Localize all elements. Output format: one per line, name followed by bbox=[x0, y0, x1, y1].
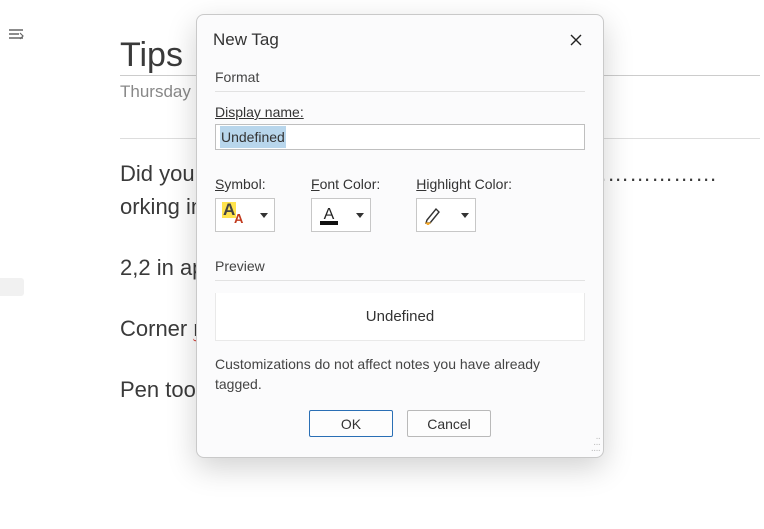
cancel-button[interactable]: Cancel bbox=[407, 410, 491, 437]
highlight-color-label: Highlight Color: bbox=[416, 176, 512, 192]
symbol-picker[interactable]: AA bbox=[215, 198, 275, 232]
font-color-label: Font Color: bbox=[311, 176, 380, 192]
font-color-icon: A bbox=[318, 204, 340, 226]
view-options-icon[interactable] bbox=[8, 28, 24, 47]
preview-section-label: Preview bbox=[215, 250, 585, 281]
ok-button[interactable]: OK bbox=[309, 410, 393, 437]
resize-grip[interactable]: ········· bbox=[591, 436, 600, 454]
display-name-value: Undefined bbox=[220, 126, 286, 148]
format-section-label: Format bbox=[215, 61, 585, 92]
preview-box: Undefined bbox=[215, 293, 585, 341]
display-name-label: Display name: bbox=[215, 104, 585, 120]
preview-value: Undefined bbox=[366, 308, 434, 325]
highlight-color-picker[interactable] bbox=[416, 198, 476, 232]
chevron-down-icon bbox=[356, 213, 364, 218]
symbol-icon: AA bbox=[222, 204, 248, 226]
chevron-down-icon bbox=[260, 213, 268, 218]
panel-handle[interactable] bbox=[0, 278, 24, 296]
highlighter-icon bbox=[423, 205, 445, 225]
symbol-label: Symbol: bbox=[215, 176, 275, 192]
close-icon bbox=[569, 33, 583, 47]
customization-note: Customizations do not affect notes you h… bbox=[215, 355, 585, 394]
display-name-input[interactable]: Undefined bbox=[215, 124, 585, 150]
close-button[interactable] bbox=[565, 29, 587, 51]
font-color-picker[interactable]: A bbox=[311, 198, 371, 232]
dialog-title: New Tag bbox=[213, 30, 279, 50]
new-tag-dialog: New Tag Format Display name: Undefined S… bbox=[196, 14, 604, 458]
chevron-down-icon bbox=[461, 213, 469, 218]
